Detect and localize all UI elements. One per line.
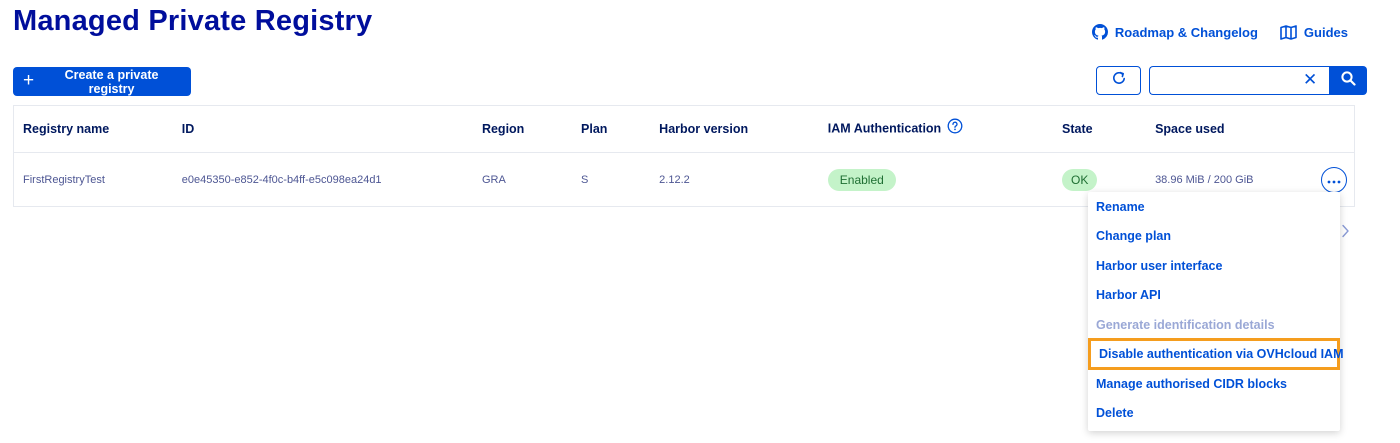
column-header-space-used[interactable]: Space used	[1146, 105, 1306, 153]
create-registry-button[interactable]: + Create a private registry	[13, 67, 191, 96]
roadmap-changelog-link[interactable]: Roadmap & Changelog	[1091, 24, 1258, 40]
registry-name-cell: FirstRegistryTest	[23, 173, 105, 186]
book-icon	[1280, 24, 1297, 40]
guides-link[interactable]: Guides	[1280, 25, 1348, 40]
search-icon	[1340, 70, 1356, 91]
help-icon[interactable]	[947, 118, 963, 137]
table-header-row: Registry name ID Region Plan Harbor vers…	[13, 105, 1355, 153]
page-title: Managed Private Registry	[13, 5, 373, 37]
row-actions-button[interactable]	[1321, 166, 1348, 193]
column-header-region[interactable]: Region	[472, 105, 573, 153]
menu-item-harbor-api[interactable]: Harbor API	[1096, 288, 1161, 302]
roadmap-changelog-label: Roadmap & Changelog	[1114, 24, 1258, 40]
state-badge: OK	[1062, 168, 1098, 191]
menu-item-harbor-user-interface[interactable]: Harbor user interface	[1096, 259, 1222, 273]
search-button[interactable]	[1329, 66, 1367, 95]
top-links: Roadmap & Changelog Guides	[1091, 24, 1348, 40]
next-page-chevron-icon[interactable]	[1341, 224, 1350, 243]
iam-status-badge: Enabled	[827, 168, 896, 191]
column-header-registry-name[interactable]: Registry name	[13, 105, 173, 153]
github-icon	[1091, 24, 1108, 40]
menu-item-disable-iam-authentication[interactable]: Disable authentication via OVHcloud IAM	[1088, 338, 1343, 370]
guides-label: Guides	[1303, 24, 1348, 40]
iam-authentication-header-label: IAM Authentication	[827, 121, 942, 136]
clear-search-icon[interactable]: ✕	[1303, 71, 1317, 89]
refresh-button[interactable]	[1096, 66, 1141, 95]
column-header-state[interactable]: State	[1053, 105, 1147, 153]
menu-item-change-plan[interactable]: Change plan	[1096, 229, 1171, 243]
plan-cell: S	[581, 173, 589, 186]
refresh-icon	[1111, 70, 1127, 91]
column-header-plan[interactable]: Plan	[572, 105, 651, 153]
column-header-actions	[1305, 105, 1355, 153]
create-registry-label: Create a private registry	[64, 67, 159, 96]
menu-item-rename[interactable]: Rename	[1096, 200, 1145, 214]
column-header-id[interactable]: ID	[172, 105, 473, 153]
menu-item-delete[interactable]: Delete	[1096, 406, 1134, 420]
row-actions-menu: Rename Change plan Harbor user interface…	[1088, 192, 1343, 431]
column-header-harbor-version[interactable]: Harbor version	[650, 105, 819, 153]
search-bar: ✕	[1149, 66, 1367, 95]
search-input[interactable]	[1149, 66, 1329, 95]
menu-item-manage-cidr-blocks[interactable]: Manage authorised CIDR blocks	[1096, 377, 1287, 391]
menu-item-generate-identification-details: Generate identification details	[1096, 318, 1275, 332]
registry-id-cell: e0e45350-e852-4f0c-b4ff-e5c098ea24d1	[181, 173, 382, 186]
column-header-iam-authentication[interactable]: IAM Authentication	[818, 105, 1054, 153]
region-cell: GRA	[481, 173, 506, 186]
harbor-version-cell: 2.12.2	[659, 173, 690, 186]
plus-icon: +	[23, 70, 35, 91]
more-options-icon	[1327, 174, 1341, 186]
iam-authentication-cell: Enabled	[819, 153, 1053, 207]
